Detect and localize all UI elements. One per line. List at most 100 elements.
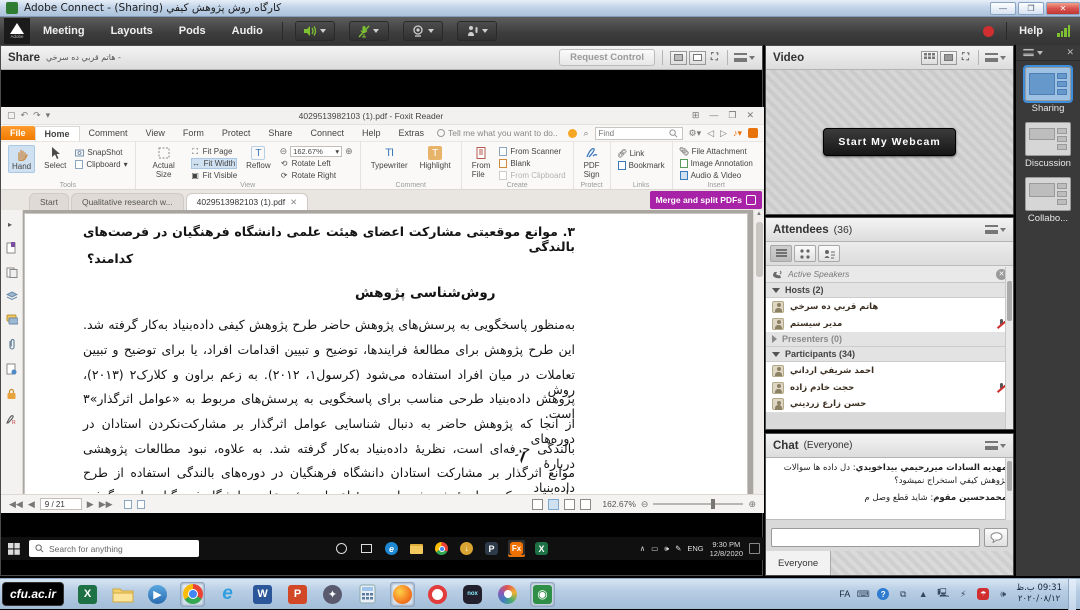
foxit-taskbar-icon[interactable]: Fx — [508, 540, 525, 557]
foxit-minimize-icon[interactable]: — — [709, 111, 718, 120]
attendee-row[interactable]: هاتم قربي ده سرخي — [766, 298, 1013, 315]
calculator-icon[interactable] — [355, 582, 380, 607]
audio-video-button[interactable]: Audio & Video — [679, 170, 753, 181]
status-zoom-out-icon[interactable]: ⊖ — [641, 499, 649, 509]
help-menu[interactable]: Help — [1019, 25, 1043, 37]
status-zoom-in-icon[interactable]: ⊕ — [748, 499, 756, 509]
doc-tab-current[interactable]: 4029513982103 (1).pdf ✕ — [185, 193, 309, 210]
digital-sign-panel-icon[interactable]: R — [6, 413, 17, 425]
layout-sharing[interactable]: Sharing — [1016, 65, 1080, 114]
redo-icon[interactable]: ↷ — [33, 111, 41, 120]
task-view-icon[interactable] — [358, 540, 375, 557]
menu-pods[interactable]: Pods — [179, 25, 206, 37]
everyone-tab[interactable]: Everyone — [766, 551, 832, 575]
continuous-facing-layout-icon[interactable] — [580, 498, 592, 510]
fit-visible-button[interactable]: ▣ Fit Visible — [191, 170, 237, 181]
tab-extras[interactable]: Extras — [390, 126, 434, 140]
notifications-bell-icon[interactable]: ♪▾ — [733, 128, 742, 138]
breakout-view-toggle[interactable] — [794, 245, 816, 262]
share-pod-menu-icon[interactable] — [734, 53, 747, 62]
adobe-connect-icon[interactable]: ◉ — [530, 581, 556, 607]
rotate-left-button[interactable]: ⟲ Rotate Left — [280, 158, 353, 169]
layout-discussion[interactable]: Discussion — [1016, 122, 1080, 169]
single-page-layout-icon[interactable] — [532, 498, 544, 510]
attendees-scrollbar[interactable] — [1005, 267, 1013, 429]
bookmarks-panel-icon[interactable] — [6, 242, 17, 254]
fullscreen-icon[interactable]: ⛶ — [711, 52, 718, 63]
zoom-in-icon[interactable]: ⊕ — [345, 147, 353, 156]
network-tray-icon[interactable]: 🖳 — [936, 587, 950, 601]
help-tray-icon[interactable]: ? — [876, 587, 890, 601]
from-scanner-button[interactable]: From Scanner — [499, 146, 565, 157]
request-control-button[interactable]: Request Control — [559, 49, 655, 66]
doc-tab-start[interactable]: Start — [29, 193, 69, 210]
tray-lang[interactable]: ENG — [687, 544, 703, 553]
tray-volume-icon[interactable]: 🕪 — [664, 544, 669, 554]
blank-button[interactable]: Blank — [499, 158, 565, 169]
view-mode-icon[interactable] — [670, 50, 687, 65]
powerpoint-icon[interactable]: P — [285, 582, 310, 607]
pages-panel-icon[interactable] — [6, 267, 18, 278]
file-attachment-button[interactable]: 📎︎ File Attachment — [679, 146, 753, 157]
taskbar-search-box[interactable]: Search for anything — [29, 540, 199, 557]
clipboard-button[interactable]: Clipboard ▾ — [75, 159, 128, 170]
ribbon-layout-icon[interactable]: ⊞ — [692, 111, 700, 120]
pdf-sign-button[interactable]: PDF Sign — [581, 145, 603, 180]
tray-pen-icon[interactable]: ✎ — [675, 544, 681, 553]
chat-input[interactable] — [771, 528, 980, 547]
zoom-out-icon[interactable]: ⊖ — [280, 147, 288, 156]
tab-form[interactable]: Form — [174, 126, 213, 140]
comments-panel-icon[interactable] — [6, 314, 18, 325]
next-arrow-icon[interactable]: ▷ — [720, 128, 727, 138]
word-icon[interactable]: W — [250, 582, 275, 607]
signature-panel-icon[interactable] — [6, 363, 17, 375]
nox-icon[interactable]: nox — [460, 582, 485, 607]
start-orb-cfu-logo[interactable]: cfu.ac.ir — [2, 582, 65, 606]
page-number-box[interactable]: 9 / 21 — [39, 498, 82, 510]
antivirus-tray-icon[interactable]: ☂ — [976, 587, 990, 601]
close-tab-icon[interactable]: ✕ — [290, 197, 297, 208]
grid-view-icon[interactable] — [940, 50, 957, 65]
edge-icon[interactable]: e — [383, 540, 400, 557]
fit-page-button[interactable]: ⛶ Fit Page — [191, 146, 238, 157]
typewriter-button[interactable]: TI Typewriter — [368, 145, 411, 171]
next-view-icon[interactable] — [136, 499, 145, 509]
tray-network-icon[interactable]: ▭ — [651, 544, 658, 553]
zoom-slider[interactable] — [653, 499, 744, 509]
attendee-row[interactable]: حجت خادم زاده — [766, 379, 1013, 396]
tab-comment[interactable]: Comment — [80, 126, 137, 140]
next-page-icon[interactable]: ▶ — [87, 499, 94, 509]
attendee-row[interactable]: احمد شريفي ارداني — [766, 362, 1013, 379]
image-annotation-button[interactable]: Image Annotation — [679, 158, 753, 169]
select-tool-button[interactable]: Select — [41, 145, 69, 171]
hosts-group-header[interactable]: Hosts (2) — [766, 283, 1013, 298]
chat-pod-menu-icon[interactable] — [985, 441, 998, 450]
undo-icon[interactable]: ↶ — [21, 111, 29, 120]
language-indicator[interactable]: FA — [839, 589, 850, 599]
find-input[interactable] — [598, 128, 669, 138]
link-button[interactable]: 🔗︎ Link — [617, 148, 665, 159]
settings-gear-icon[interactable]: ⚙▾ — [689, 128, 702, 138]
media-player-icon[interactable]: ▶ — [145, 582, 170, 607]
internet-explorer-icon[interactable]: e — [215, 582, 240, 607]
start-webcam-button[interactable]: Start My Webcam — [823, 128, 956, 156]
filmstrip-view-icon[interactable] — [921, 50, 938, 65]
chat-scrollbar[interactable] — [1005, 458, 1013, 520]
chrome-icon[interactable] — [180, 581, 206, 607]
chrome-icon[interactable] — [433, 540, 450, 557]
tab-protect[interactable]: Protect — [213, 126, 260, 140]
reflow-button[interactable]: T Reflow — [243, 145, 273, 171]
actual-size-button[interactable]: Actual Size — [143, 145, 185, 180]
paint-icon[interactable] — [495, 582, 520, 607]
speaker-button[interactable] — [294, 21, 335, 41]
quick-access-caret[interactable]: ▾ — [46, 111, 51, 120]
highlight-button[interactable]: T Highlight — [417, 145, 454, 171]
tray-chevron-icon[interactable]: ∧ — [640, 544, 646, 553]
presenters-group-header[interactable]: Presenters (0) — [766, 332, 1013, 347]
video-fullscreen-icon[interactable]: ⛶ — [962, 52, 969, 63]
foxit-restore-icon[interactable]: ❐ — [728, 111, 736, 120]
minimize-button[interactable]: — — [990, 1, 1016, 15]
opera-icon[interactable] — [425, 582, 450, 607]
foxit-account-icon[interactable] — [748, 128, 758, 138]
attendee-row[interactable]: حسن زارع زرديني — [766, 396, 1013, 413]
